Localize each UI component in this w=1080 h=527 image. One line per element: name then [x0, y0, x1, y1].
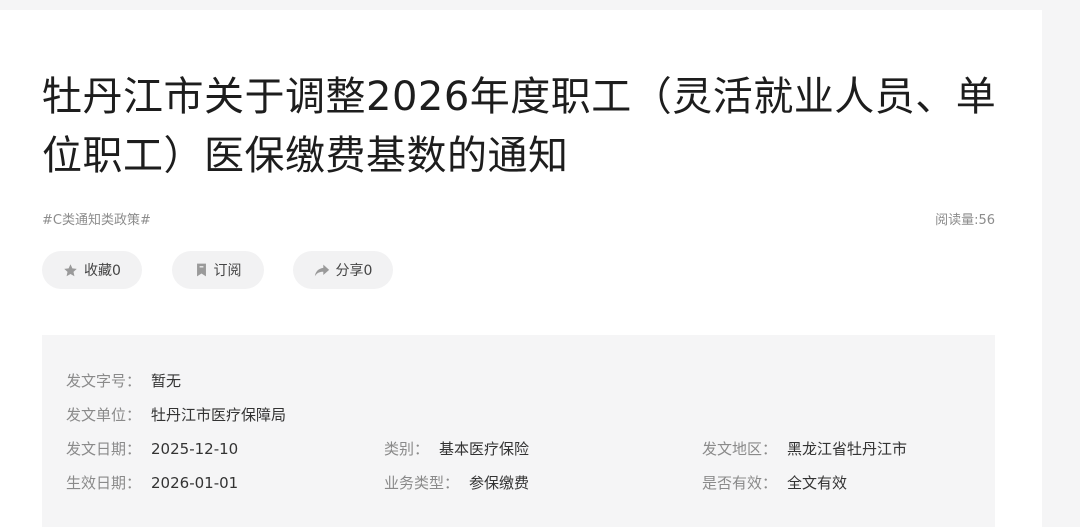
effective-date-label: 生效日期： [66, 474, 142, 492]
favorite-label: 收藏0 [84, 263, 121, 279]
category-label: 类别： [384, 440, 430, 458]
region-row: 发文地区： 黑龙江省牡丹江市 [702, 439, 907, 459]
article-card: 牡丹江市关于调整2026年度职工（灵活就业人员、单位职工）医保缴费基数的通知 #… [0, 10, 1042, 527]
region-label: 发文地区： [702, 440, 778, 458]
business-type-label: 业务类型： [384, 474, 460, 492]
issuer-label: 发文单位： [66, 406, 142, 424]
category-value: 基本医疗保险 [439, 440, 530, 458]
share-label: 分享0 [335, 263, 373, 279]
policy-tag[interactable]: #C类通知类政策# [42, 209, 151, 228]
share-button[interactable]: 分享0 [293, 251, 393, 289]
bookmark-icon [195, 263, 208, 277]
issuer-value: 牡丹江市医疗保障局 [151, 406, 287, 424]
doc-number-label: 发文字号： [66, 372, 142, 390]
business-type-value: 参保缴费 [469, 474, 530, 492]
issue-date-label: 发文日期： [66, 440, 142, 458]
validity-label: 是否有效： [702, 474, 778, 492]
category-row: 类别： 基本医疗保险 [384, 439, 529, 459]
read-count: 阅读量:56 [935, 213, 995, 228]
document-info-panel: 发文字号： 暂无 发文单位： 牡丹江市医疗保障局 发文日期： 2025-12-10 类… [42, 335, 995, 527]
issue-date-row: 发文日期： 2025-12-10 [66, 439, 238, 459]
business-type-row: 业务类型： 参保缴费 [384, 473, 529, 493]
doc-number-value: 暂无 [151, 372, 182, 390]
region-value: 黑龙江省牡丹江市 [787, 440, 908, 458]
subscribe-button[interactable]: 订阅 [172, 251, 264, 289]
issuer-row: 发文单位： 牡丹江市医疗保障局 [66, 405, 286, 425]
page-title: 牡丹江市关于调整2026年度职工（灵活就业人员、单位职工）医保缴费基数的通知 [42, 74, 997, 179]
effective-date-row: 生效日期： 2026-01-01 [66, 473, 238, 493]
favorite-button[interactable]: 收藏0 [42, 251, 142, 289]
share-arrow-icon [314, 264, 330, 277]
subscribe-label: 订阅 [213, 263, 242, 279]
star-icon [63, 263, 78, 278]
doc-number-row: 发文字号： 暂无 [66, 371, 181, 391]
validity-row: 是否有效： 全文有效 [702, 473, 847, 493]
validity-value: 全文有效 [787, 474, 848, 492]
issue-date-value: 2025-12-10 [151, 440, 239, 458]
effective-date-value: 2026-01-01 [151, 474, 239, 492]
